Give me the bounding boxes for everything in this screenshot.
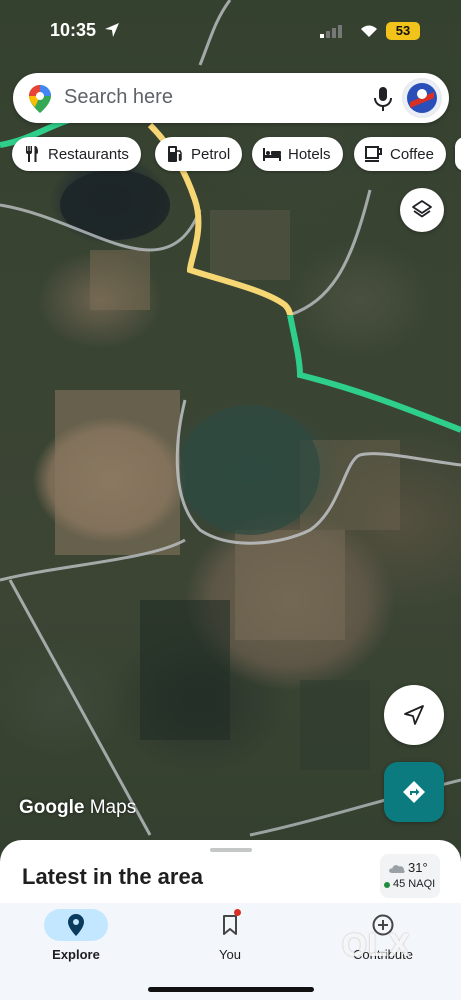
- chip-label: Petrol: [191, 145, 231, 163]
- google-maps-pin-icon: [29, 85, 51, 113]
- chip-label: Coffee: [390, 145, 434, 163]
- aqi-status-dot: [384, 882, 390, 888]
- watermark-brand: Google: [19, 797, 85, 818]
- field-patch: [55, 390, 180, 555]
- field-patch: [210, 210, 290, 280]
- chip-more[interactable]: [455, 137, 461, 171]
- bottom-navigation: Explore You Contribute OLX: [0, 903, 461, 1000]
- weather-temperature: 31°: [408, 860, 428, 875]
- main-road: [287, 314, 461, 433]
- nav-label: Explore: [52, 947, 100, 962]
- field-patch: [235, 530, 345, 640]
- fork-knife-icon: [22, 144, 42, 164]
- forest-patch: [180, 405, 320, 535]
- field-patch: [300, 680, 370, 770]
- cellular-signal-icon: [320, 25, 342, 38]
- weather-card[interactable]: 31° 45 NAQI: [380, 854, 440, 898]
- olx-watermark: OLX: [342, 927, 411, 963]
- field-patch: [140, 600, 230, 740]
- layers-button[interactable]: [400, 188, 444, 232]
- category-chips: Restaurants Petrol Hotels Coffee: [0, 137, 461, 171]
- nav-explore[interactable]: Explore: [16, 903, 136, 973]
- microphone-icon[interactable]: [373, 86, 393, 112]
- battery-indicator: 53: [386, 22, 420, 40]
- nav-you-icon-wrap: [198, 909, 262, 941]
- recenter-button[interactable]: [384, 685, 444, 745]
- bottom-sheet[interactable]: Latest in the area 31° 45 NAQI: [0, 840, 461, 910]
- explore-pin-icon: [68, 914, 84, 936]
- chip-hotels[interactable]: Hotels: [252, 137, 343, 171]
- status-bar: 10:35 53: [0, 0, 461, 62]
- chip-restaurants[interactable]: Restaurants: [12, 137, 141, 171]
- status-time: 10:35: [50, 20, 97, 40]
- notification-dot: [234, 909, 241, 916]
- search-input[interactable]: Search here: [64, 86, 173, 109]
- google-maps-watermark: Google Maps: [19, 797, 136, 819]
- nav-you[interactable]: You: [170, 903, 290, 973]
- fuel-pump-icon: [165, 144, 185, 164]
- watermark-product: Maps: [89, 797, 137, 818]
- chip-petrol[interactable]: Petrol: [155, 137, 243, 171]
- location-arrow-icon: [105, 23, 119, 37]
- wifi-icon: [361, 25, 377, 37]
- sheet-title: Latest in the area: [22, 864, 203, 889]
- bookmark-icon: [223, 915, 237, 935]
- avatar-image: [404, 80, 440, 116]
- coffee-cup-icon: [364, 144, 384, 164]
- profile-avatar[interactable]: [402, 78, 442, 118]
- search-bar[interactable]: Search here: [13, 73, 449, 123]
- directions-icon: [403, 781, 425, 803]
- nav-explore-icon-wrap: [44, 909, 108, 941]
- chip-label: Restaurants: [48, 145, 129, 163]
- chip-label: Hotels: [288, 145, 331, 163]
- cloud-icon: [389, 865, 405, 873]
- minor-road: [289, 189, 372, 317]
- bed-icon: [262, 144, 282, 164]
- field-patch: [90, 250, 150, 310]
- sheet-drag-handle[interactable]: [210, 848, 252, 852]
- directions-button[interactable]: [384, 762, 444, 822]
- nav-label: You: [219, 947, 241, 962]
- navigation-arrow-icon: [404, 705, 424, 725]
- home-indicator: [148, 987, 314, 992]
- aqi-value: 45 NAQI: [393, 878, 436, 890]
- chip-coffee[interactable]: Coffee: [354, 137, 446, 171]
- layers-icon: [412, 200, 432, 218]
